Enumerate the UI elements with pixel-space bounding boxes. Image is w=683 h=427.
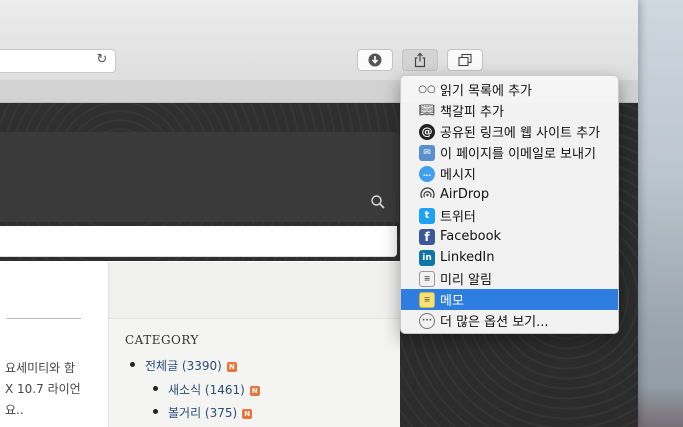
- messages-icon: …: [419, 165, 435, 182]
- menu-item-label: 공유된 링크에 웹 사이트 추가: [440, 126, 601, 141]
- post-text-line: 요세미티와 함: [5, 361, 76, 375]
- downloads-button[interactable]: [357, 49, 393, 71]
- menu-item-label: Facebook: [440, 229, 502, 244]
- bullet: [153, 409, 158, 414]
- divider: [6, 318, 81, 319]
- bullet: [130, 362, 135, 367]
- category-item[interactable]: 새소식 (1461) N: [168, 381, 260, 398]
- menu-item-more-options[interactable]: ··· 더 많은 옵션 보기...: [401, 310, 618, 331]
- share-button[interactable]: [402, 49, 438, 71]
- bullet: [153, 386, 158, 391]
- tabs-overview-button[interactable]: [447, 49, 483, 71]
- linkedin-icon: in: [419, 249, 435, 266]
- share-menu: ○○ 읽기 목록에 추가 📖︎ 책갈피 추가 @ 공유된 링크에 웹 사이트 추…: [400, 75, 619, 334]
- menu-item-reading-list[interactable]: ○○ 읽기 목록에 추가: [401, 79, 618, 100]
- post-text-line: 요..: [5, 403, 24, 417]
- new-badge: N: [226, 362, 237, 372]
- menu-item-linkedin[interactable]: in LinkedIn: [401, 247, 618, 268]
- category-label[interactable]: 볼거리 (375): [168, 406, 237, 420]
- menu-item-shared-links[interactable]: @ 공유된 링크에 웹 사이트 추가: [401, 121, 618, 142]
- menu-item-label: LinkedIn: [440, 250, 495, 265]
- search-input[interactable]: [0, 226, 397, 257]
- menu-item-messages[interactable]: … 메시지: [401, 163, 618, 184]
- reminders-icon: ≡: [419, 270, 435, 287]
- menu-item-label: 더 많은 옵션 보기...: [440, 315, 549, 330]
- share-icon: [414, 52, 426, 68]
- menu-item-label: 미리 알림: [440, 273, 492, 288]
- reload-icon[interactable]: ↻: [95, 53, 109, 67]
- browser-toolbar: ↻: [0, 0, 638, 81]
- menu-item-label: 메시지: [440, 168, 476, 183]
- mail-icon: ✉: [419, 144, 435, 161]
- menu-item-twitter[interactable]: t 트위터: [401, 205, 618, 226]
- download-icon: [368, 53, 382, 67]
- menu-item-facebook[interactable]: f Facebook: [401, 226, 618, 247]
- facebook-icon: f: [419, 228, 435, 245]
- menu-item-email[interactable]: ✉ 이 페이지를 이메일로 보내기: [401, 142, 618, 163]
- menu-item-reminders[interactable]: ≡ 미리 알림: [401, 268, 618, 289]
- search-panel: [0, 132, 399, 222]
- more-options-icon: ···: [419, 312, 435, 329]
- bookmark-book-icon: 📖︎: [418, 103, 436, 118]
- menu-item-label: 메모: [440, 294, 464, 309]
- category-item[interactable]: 볼거리 (375) N: [168, 404, 253, 421]
- category-title: CATEGORY: [125, 333, 199, 347]
- menu-item-label: AirDrop: [440, 187, 490, 202]
- category-item[interactable]: 전체글 (3390) N: [145, 357, 237, 374]
- search-icon[interactable]: [370, 194, 386, 210]
- menu-item-label: 이 페이지를 이메일로 보내기: [440, 147, 596, 162]
- post-text-line: X 10.7 라이언: [5, 382, 81, 396]
- sidebar-band: [109, 262, 400, 319]
- menu-item-notes[interactable]: ≡ 메모: [401, 289, 618, 310]
- airdrop-icon: [419, 187, 435, 203]
- new-badge: N: [249, 386, 260, 396]
- shared-links-icon: @: [419, 123, 435, 140]
- menu-item-add-bookmark[interactable]: 📖︎ 책갈피 추가: [401, 100, 618, 121]
- twitter-icon: t: [419, 207, 435, 224]
- reading-list-icon: ○○: [418, 84, 436, 95]
- category-label[interactable]: 새소식 (1461): [168, 383, 245, 397]
- notes-icon: ≡: [419, 291, 435, 308]
- post-column: 요세미티와 함 X 10.7 라이언 요..: [0, 262, 109, 427]
- category-label[interactable]: 전체글 (3390): [145, 359, 222, 373]
- tabs-overview-icon: [458, 53, 472, 67]
- menu-item-airdrop[interactable]: AirDrop: [401, 184, 618, 205]
- address-bar[interactable]: ↻: [0, 49, 116, 73]
- menu-item-label: 트위터: [440, 210, 476, 225]
- menu-item-label: 책갈피 추가: [440, 105, 504, 120]
- menu-item-label: 읽기 목록에 추가: [440, 84, 532, 99]
- new-badge: N: [242, 409, 253, 419]
